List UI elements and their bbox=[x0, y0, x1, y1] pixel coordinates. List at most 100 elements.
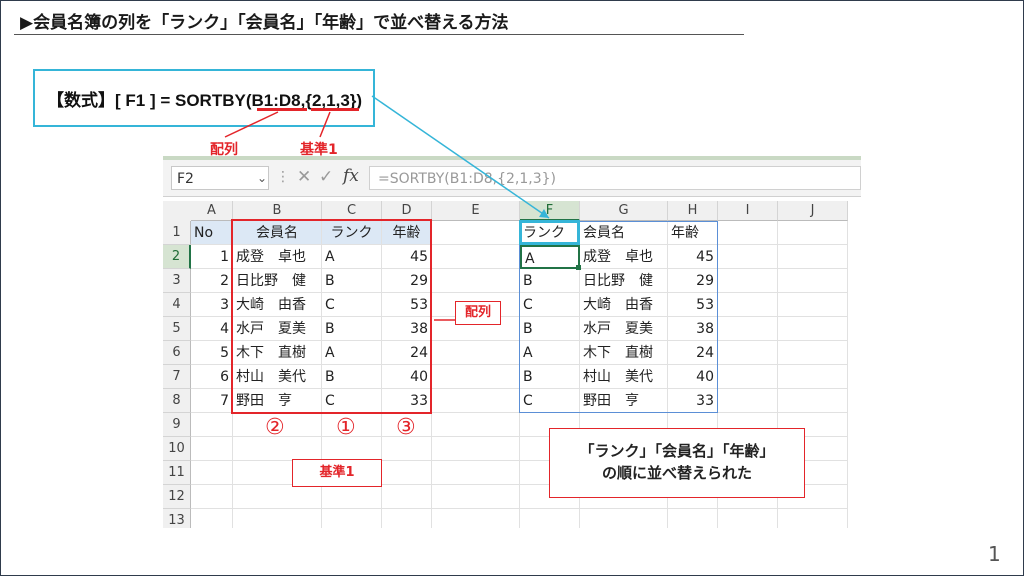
cell[interactable] bbox=[432, 485, 520, 509]
cell[interactable] bbox=[580, 509, 668, 528]
chevron-down-icon[interactable]: ⌄ bbox=[257, 166, 267, 190]
cell[interactable] bbox=[718, 221, 778, 245]
cell[interactable] bbox=[191, 509, 233, 528]
cell[interactable] bbox=[718, 389, 778, 413]
cell[interactable] bbox=[432, 461, 520, 485]
column-header-B[interactable]: B bbox=[233, 201, 322, 221]
cell[interactable] bbox=[191, 485, 233, 509]
note-line-2: の順に並べ替えられた bbox=[601, 464, 752, 482]
row-header-8[interactable]: 8 bbox=[163, 389, 191, 413]
array-underline bbox=[257, 108, 307, 111]
source-no-cell[interactable]: 4 bbox=[191, 317, 233, 341]
spill-range-box bbox=[519, 221, 718, 413]
cell[interactable] bbox=[382, 485, 432, 509]
cell[interactable] bbox=[432, 341, 520, 365]
slide-title: ▶会員名簿の列を「ランク」「会員名」「年齢」で並べ替える方法 bbox=[20, 13, 509, 33]
formula-cell-highlight bbox=[519, 220, 580, 245]
cell[interactable] bbox=[778, 365, 848, 389]
cell[interactable] bbox=[432, 509, 520, 528]
row-header-3[interactable]: 3 bbox=[163, 269, 191, 293]
cell[interactable] bbox=[718, 341, 778, 365]
title-underline bbox=[14, 34, 744, 35]
cancel-icon[interactable]: ✕ bbox=[297, 167, 311, 187]
cell[interactable] bbox=[432, 389, 520, 413]
row-header-2[interactable]: 2 bbox=[163, 245, 191, 269]
cell[interactable] bbox=[718, 365, 778, 389]
check-icon[interactable]: ✓ bbox=[319, 167, 333, 187]
cell[interactable] bbox=[432, 413, 520, 437]
criteria-tag: 基準1 bbox=[292, 459, 382, 487]
column-header-J[interactable]: J bbox=[778, 201, 848, 221]
criteria-underline bbox=[311, 108, 359, 111]
cell[interactable] bbox=[778, 389, 848, 413]
column-header-I[interactable]: I bbox=[718, 201, 778, 221]
array-tag: 配列 bbox=[455, 301, 501, 325]
more-icon: ⋮ bbox=[276, 169, 290, 185]
formula-input[interactable]: =SORTBY(B1:D8,{2,1,3}) bbox=[369, 166, 861, 190]
cell[interactable] bbox=[432, 269, 520, 293]
cell[interactable] bbox=[382, 509, 432, 528]
cell[interactable] bbox=[718, 293, 778, 317]
cell[interactable] bbox=[718, 245, 778, 269]
cell[interactable] bbox=[778, 341, 848, 365]
array-highlight-box bbox=[231, 219, 432, 414]
cell[interactable] bbox=[778, 245, 848, 269]
row-header-9[interactable]: 9 bbox=[163, 413, 191, 437]
cell[interactable] bbox=[322, 437, 382, 461]
cell[interactable] bbox=[432, 245, 520, 269]
row-header-6[interactable]: 6 bbox=[163, 341, 191, 365]
row-header-7[interactable]: 7 bbox=[163, 365, 191, 389]
cell[interactable] bbox=[191, 461, 233, 485]
cell[interactable] bbox=[778, 293, 848, 317]
source-no-cell[interactable]: 5 bbox=[191, 341, 233, 365]
cell[interactable] bbox=[718, 317, 778, 341]
cell[interactable] bbox=[322, 485, 382, 509]
column-header-C[interactable]: C bbox=[322, 201, 382, 221]
cell[interactable] bbox=[382, 461, 432, 485]
cell[interactable] bbox=[718, 269, 778, 293]
cell[interactable] bbox=[432, 365, 520, 389]
source-no-cell[interactable]: 3 bbox=[191, 293, 233, 317]
cell[interactable] bbox=[718, 509, 778, 528]
result-note: 「ランク」「会員名」「年齢」 の順に並べ替えられた bbox=[549, 428, 805, 498]
source-no-cell[interactable]: 6 bbox=[191, 365, 233, 389]
row-header-1[interactable]: 1 bbox=[163, 221, 191, 245]
cell[interactable] bbox=[778, 221, 848, 245]
cell[interactable] bbox=[233, 509, 322, 528]
insert-function-icon[interactable]: fx bbox=[343, 166, 359, 186]
source-no-cell[interactable]: 1 bbox=[191, 245, 233, 269]
column-header-D[interactable]: D bbox=[382, 201, 432, 221]
row-header-13[interactable]: 13 bbox=[163, 509, 191, 528]
row-header-10[interactable]: 10 bbox=[163, 437, 191, 461]
row-header-11[interactable]: 11 bbox=[163, 461, 191, 485]
cell[interactable] bbox=[233, 485, 322, 509]
cell[interactable] bbox=[191, 413, 233, 437]
column-header-F[interactable]: F bbox=[520, 201, 580, 221]
column-header-A[interactable]: A bbox=[191, 201, 233, 221]
cell[interactable] bbox=[233, 437, 322, 461]
slide-number: 1 bbox=[988, 542, 1001, 566]
cell[interactable] bbox=[322, 509, 382, 528]
source-no-cell[interactable]: 7 bbox=[191, 389, 233, 413]
cell[interactable] bbox=[778, 317, 848, 341]
cell[interactable] bbox=[191, 437, 233, 461]
cell[interactable] bbox=[668, 509, 718, 528]
cell[interactable] bbox=[382, 437, 432, 461]
cell[interactable] bbox=[432, 221, 520, 245]
row-header-12[interactable]: 12 bbox=[163, 485, 191, 509]
cell[interactable] bbox=[432, 437, 520, 461]
row-header-4[interactable]: 4 bbox=[163, 293, 191, 317]
source-no-cell[interactable]: 2 bbox=[191, 269, 233, 293]
select-all-corner[interactable] bbox=[163, 201, 192, 222]
source-header-cell[interactable]: No bbox=[191, 221, 233, 245]
column-header-H[interactable]: H bbox=[668, 201, 718, 221]
name-box[interactable]: F2 bbox=[171, 166, 269, 190]
cell[interactable] bbox=[778, 269, 848, 293]
row-header-5[interactable]: 5 bbox=[163, 317, 191, 341]
note-line-1: 「ランク」「会員名」「年齢」 bbox=[579, 442, 775, 460]
cell[interactable] bbox=[520, 509, 580, 528]
cell[interactable] bbox=[778, 509, 848, 528]
formula-callout: 【数式】[ F1 ] = SORTBY(B1:D8,{2,1,3}) bbox=[33, 69, 375, 127]
column-header-G[interactable]: G bbox=[580, 201, 668, 221]
column-header-E[interactable]: E bbox=[432, 201, 520, 221]
